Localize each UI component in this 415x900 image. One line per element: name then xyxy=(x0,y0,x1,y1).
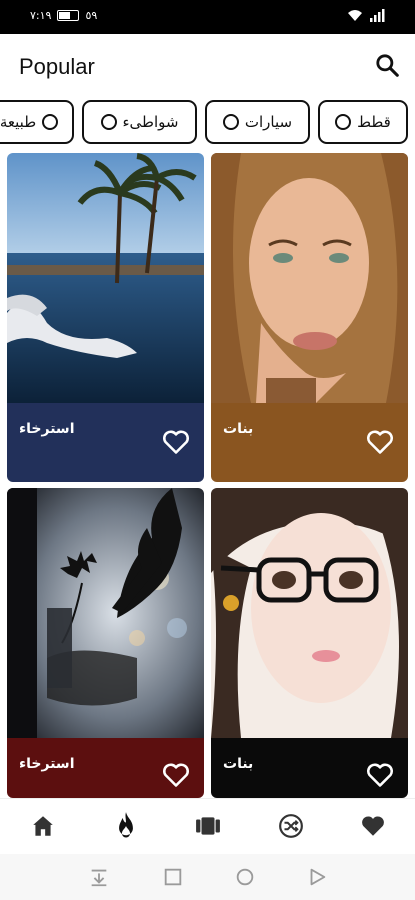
radio-icon xyxy=(100,114,117,130)
chip-label: قطط xyxy=(357,113,391,131)
chip-label: سيارات xyxy=(244,113,293,131)
card-footer: بنات xyxy=(211,403,408,482)
card-caption: استرخاء xyxy=(19,421,75,437)
heart-outline-icon[interactable] xyxy=(162,429,190,455)
chip-cats[interactable]: قطط xyxy=(318,100,408,144)
back-triangle-icon[interactable] xyxy=(306,866,328,888)
wifi-icon xyxy=(348,10,362,21)
radio-icon xyxy=(335,114,352,130)
heart-icon[interactable] xyxy=(360,813,386,839)
card-footer: بنات xyxy=(211,738,408,798)
card-caption: بنات xyxy=(223,421,254,437)
card-footer: استرخاء xyxy=(7,403,204,482)
card-caption: استرخاء xyxy=(19,756,75,772)
silhouette-image xyxy=(7,488,204,738)
heart-outline-icon[interactable] xyxy=(366,429,394,455)
circle-icon[interactable] xyxy=(234,866,256,888)
signal-icon xyxy=(370,9,385,22)
radio-icon xyxy=(42,114,59,130)
download-icon[interactable] xyxy=(88,866,110,888)
page-title: Popular xyxy=(19,54,95,79)
wallpaper-card[interactable]: بنات xyxy=(211,488,408,798)
heart-outline-icon[interactable] xyxy=(162,762,190,788)
search-icon[interactable] xyxy=(374,52,400,78)
girl-glasses-image xyxy=(211,488,408,738)
card-footer: استرخاء xyxy=(7,738,204,798)
wallpaper-card[interactable]: استرخاء xyxy=(7,153,204,482)
category-chips: طبيعة شواطىء سيارات قطط xyxy=(0,100,415,150)
chip-label: شواطىء xyxy=(122,113,179,131)
chip-cars[interactable]: سيارات xyxy=(205,100,310,144)
chip-label: طبيعة xyxy=(0,113,37,131)
bottom-navigation xyxy=(0,798,415,855)
battery-icon xyxy=(57,10,80,21)
beach-image xyxy=(7,153,204,403)
chip-beaches[interactable]: شواطىء xyxy=(82,100,197,144)
card-caption: بنات xyxy=(223,756,254,772)
home-icon[interactable] xyxy=(30,813,56,839)
fire-icon[interactable] xyxy=(112,811,140,841)
radio-icon xyxy=(222,114,239,130)
wallpaper-card[interactable]: بنات xyxy=(211,153,408,482)
square-icon[interactable] xyxy=(162,866,184,888)
status-time: ٧:١٩ xyxy=(30,9,52,22)
heart-outline-icon[interactable] xyxy=(366,762,394,788)
girl-portrait-image xyxy=(211,153,408,403)
gallery-icon[interactable] xyxy=(195,813,221,839)
status-bar: ٧:١٩ ٥٩ xyxy=(0,0,415,34)
shuffle-icon[interactable] xyxy=(278,813,304,839)
app-bar: Popular xyxy=(0,34,415,98)
wallpaper-card[interactable]: استرخاء xyxy=(7,488,204,798)
battery-level: ٥٩ xyxy=(85,9,98,22)
chip-nature[interactable]: طبيعة xyxy=(0,100,74,144)
system-navigation xyxy=(0,854,415,900)
